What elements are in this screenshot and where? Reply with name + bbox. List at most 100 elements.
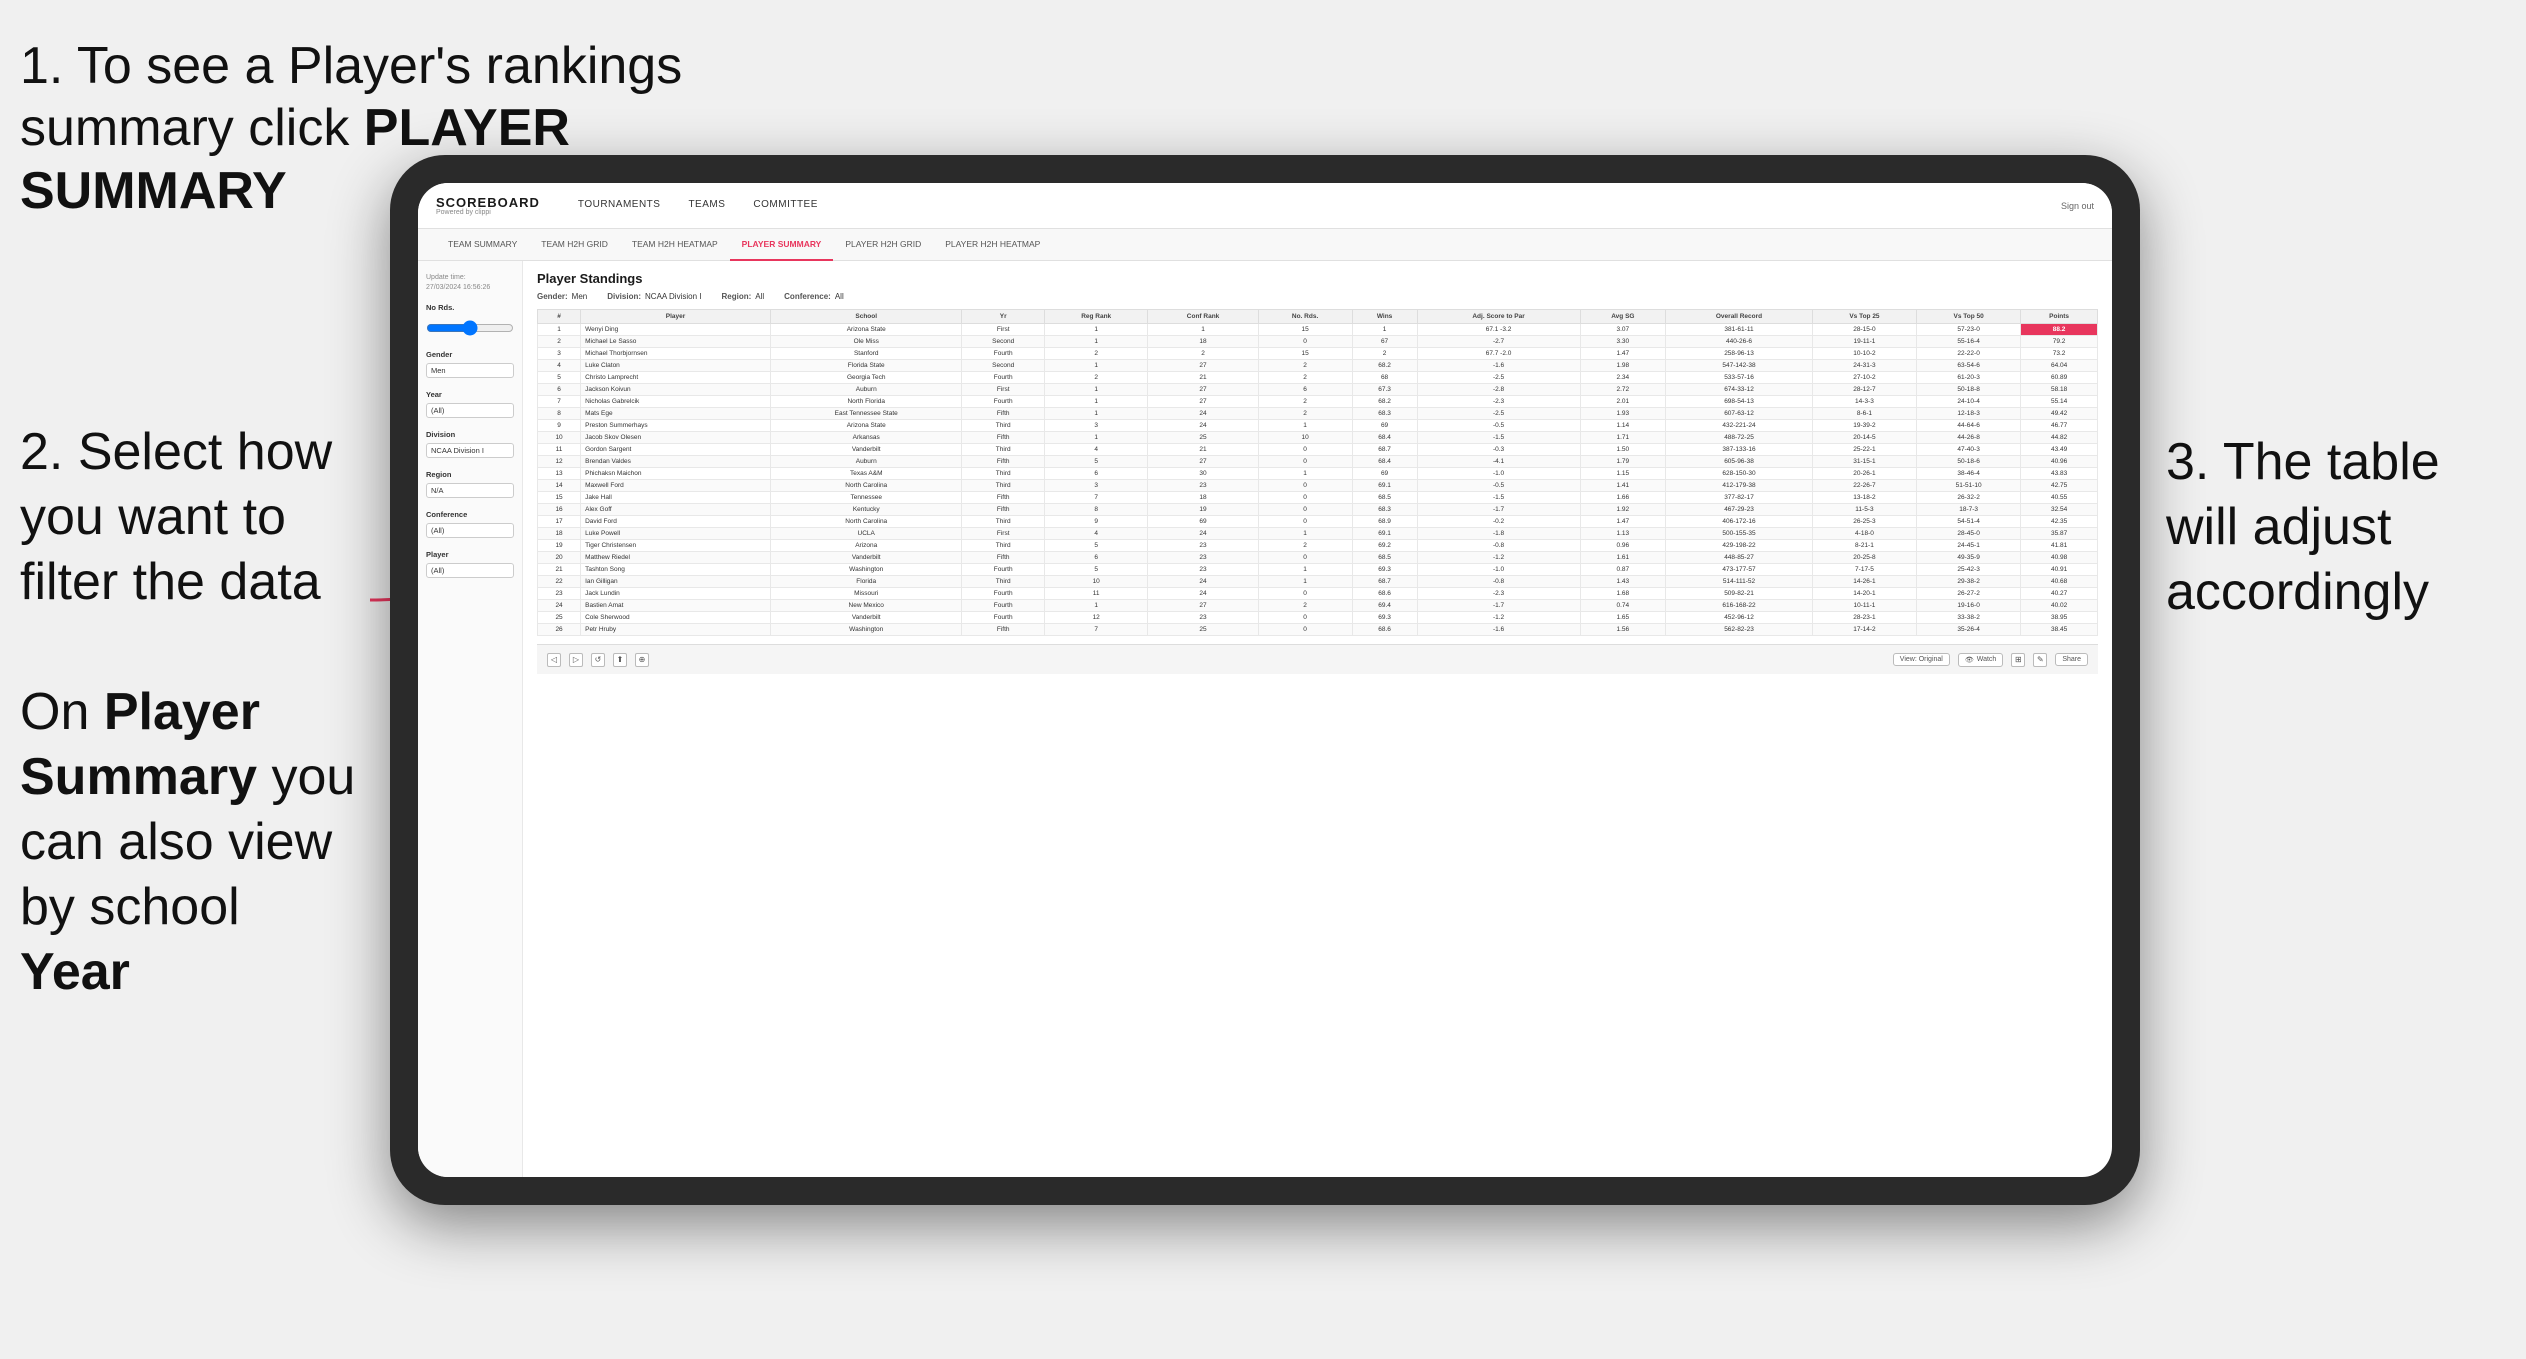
table-row: 23Jack LundinMissouriFourth1124068.6-2.3… [538, 588, 2098, 600]
sidebar-player: Player (All) [426, 550, 514, 578]
table-row: 21Tashton SongWashingtonFourth523169.3-1… [538, 564, 2098, 576]
table-row: 1Wenyi DingArizona StateFirst1115167.1 -… [538, 324, 2098, 336]
table-row: 10Jacob Skov OlesenArkansasFifth1251068.… [538, 432, 2098, 444]
region-select[interactable]: N/A All [426, 483, 514, 498]
conference-select[interactable]: (All) [426, 523, 514, 538]
region-label: Region [426, 470, 514, 479]
view-original-btn[interactable]: View: Original [1893, 653, 1950, 666]
table-row: 12Brendan ValdesAuburnFifth527068.4-4.11… [538, 456, 2098, 468]
toolbar-grid-btn[interactable]: ⊞ [2011, 653, 2025, 667]
table-row: 18Luke PowellUCLAFirst424169.1-1.81.1350… [538, 528, 2098, 540]
year-select[interactable]: (All) First Second Third Fourth Fifth [426, 403, 514, 418]
table-row: 5Christo LamprechtGeorgia TechFourth2212… [538, 372, 2098, 384]
filters-row: Gender: Men Division: NCAA Division I Re… [537, 292, 2098, 301]
sidebar: Update time: 27/03/2024 16:56:26 No Rds.… [418, 261, 523, 1177]
col-player: Player [581, 310, 771, 324]
app-logo: SCOREBOARD [436, 196, 540, 209]
share-btn[interactable]: Share [2055, 653, 2088, 666]
col-conf-rank: Conf Rank [1148, 310, 1258, 324]
table-row: 11Gordon SargentVanderbiltThird421068.7-… [538, 444, 2098, 456]
sidebar-no-rds: No Rds. [426, 303, 514, 338]
col-avg-sg: Avg SG [1580, 310, 1666, 324]
gender-label: Gender [426, 350, 514, 359]
table-area: Player Standings Gender: Men Division: N… [523, 261, 2112, 1177]
bottom-toolbar: ◁ ▷ ↺ ⬆ ⊕ View: Original 👁 Watch ⊞ ✎ [537, 644, 2098, 674]
player-select[interactable]: (All) [426, 563, 514, 578]
player-label: Player [426, 550, 514, 559]
table-row: 7Nicholas GabrelcikNorth FloridaFourth12… [538, 396, 2098, 408]
toolbar-zoom-btn[interactable]: ⊕ [635, 653, 649, 667]
table-row: 4Luke ClatonFlorida StateSecond127268.2-… [538, 360, 2098, 372]
toolbar-back-btn[interactable]: ◁ [547, 653, 561, 667]
main-content: Update time: 27/03/2024 16:56:26 No Rds.… [418, 261, 2112, 1177]
table-row: 14Maxwell FordNorth CarolinaThird323069.… [538, 480, 2098, 492]
division-select[interactable]: NCAA Division I NCAA Division II [426, 443, 514, 458]
sub-nav: TEAM SUMMARY TEAM H2H GRID TEAM H2H HEAT… [418, 229, 2112, 261]
year-label: Year [426, 390, 514, 399]
toolbar-forward-btn[interactable]: ▷ [569, 653, 583, 667]
table-row: 16Alex GoffKentuckyFifth819068.3-1.71.92… [538, 504, 2098, 516]
table-row: 20Matthew RiedelVanderbiltFifth623068.5-… [538, 552, 2098, 564]
table-row: 15Jake HallTennesseeFifth718068.5-1.51.6… [538, 492, 2098, 504]
conference-label: Conference [426, 510, 514, 519]
table-row: 8Mats EgeEast Tennessee StateFifth124268… [538, 408, 2098, 420]
subnav-player-h2h-heatmap[interactable]: PLAYER H2H HEATMAP [933, 229, 1052, 261]
sign-out-link[interactable]: Sign out [2061, 201, 2094, 211]
subnav-team-h2h-heatmap[interactable]: TEAM H2H HEATMAP [620, 229, 730, 261]
nav-tournaments[interactable]: TOURNAMENTS [564, 183, 675, 229]
division-label: Division [426, 430, 514, 439]
col-reg-rank: Reg Rank [1044, 310, 1148, 324]
step4-prefix: On [20, 683, 104, 741]
annotation-step4: On Player Summary you can also view by s… [20, 680, 360, 1005]
toolbar-share-icon[interactable]: ⬆ [613, 653, 627, 667]
col-wins: Wins [1352, 310, 1417, 324]
table-row: 17David FordNorth CarolinaThird969068.9-… [538, 516, 2098, 528]
sidebar-region: Region N/A All [426, 470, 514, 498]
no-rds-slider[interactable] [426, 320, 514, 336]
table-row: 26Petr HrubyWashingtonFifth725068.6-1.61… [538, 624, 2098, 636]
table-row: 13Phichaksn MaichonTexas A&MThird630169-… [538, 468, 2098, 480]
annotation-step3: 3. The table will adjust accordingly [2166, 430, 2506, 625]
gender-select[interactable]: Men Women [426, 363, 514, 378]
no-rds-label: No Rds. [426, 303, 514, 312]
sidebar-division: Division NCAA Division I NCAA Division I… [426, 430, 514, 458]
player-standings-table: # Player School Yr Reg Rank Conf Rank No… [537, 309, 2098, 636]
table-title: Player Standings [537, 271, 2098, 286]
col-vs-top50: Vs Top 50 [1917, 310, 2021, 324]
app-logo-sub: Powered by clippi [436, 209, 540, 216]
toolbar-refresh-btn[interactable]: ↺ [591, 653, 605, 667]
filter-region: Region: All [721, 292, 764, 301]
col-adj-score: Adj. Score to Par [1417, 310, 1580, 324]
subnav-team-summary[interactable]: TEAM SUMMARY [436, 229, 529, 261]
sidebar-year: Year (All) First Second Third Fourth Fif… [426, 390, 514, 418]
table-row: 9Preston SummerhaysArizona StateThird324… [538, 420, 2098, 432]
table-row: 24Bastien AmatNew MexicoFourth127269.4-1… [538, 600, 2098, 612]
nav-committee[interactable]: COMMITTEE [739, 183, 832, 229]
subnav-player-summary[interactable]: PLAYER SUMMARY [730, 229, 834, 261]
toolbar-edit-btn[interactable]: ✎ [2033, 653, 2047, 667]
step4-bold2: Year [20, 943, 130, 1001]
logo-area: SCOREBOARD Powered by clippi [436, 196, 540, 216]
sidebar-conference: Conference (All) [426, 510, 514, 538]
table-row: 2Michael Le SassoOle MissSecond118067-2.… [538, 336, 2098, 348]
app-header: SCOREBOARD Powered by clippi TOURNAMENTS… [418, 183, 2112, 229]
subnav-team-h2h-grid[interactable]: TEAM H2H GRID [529, 229, 620, 261]
sidebar-gender: Gender Men Women [426, 350, 514, 378]
nav-teams[interactable]: TEAMS [674, 183, 739, 229]
annotation-step2: 2. Select how you want to filter the dat… [20, 420, 360, 615]
watch-label: 👁 [1965, 656, 1974, 664]
header-right: Sign out [2061, 201, 2094, 211]
col-overall-record: Overall Record [1666, 310, 1813, 324]
table-row: 6Jackson KoivunAuburnFirst127667.3-2.82.… [538, 384, 2098, 396]
filter-conference: Conference: All [784, 292, 844, 301]
watch-btn[interactable]: 👁 Watch [1958, 653, 2003, 667]
table-row: 19Tiger ChristensenArizonaThird523269.2-… [538, 540, 2098, 552]
col-school: School [770, 310, 962, 324]
col-vs-top25: Vs Top 25 [1812, 310, 1916, 324]
table-row: 22Ian GilliganFloridaThird1024168.7-0.81… [538, 576, 2098, 588]
subnav-player-h2h-grid[interactable]: PLAYER H2H GRID [833, 229, 933, 261]
col-points: Points [2021, 310, 2098, 324]
col-no-rds: No. Rds. [1258, 310, 1352, 324]
table-row: 3Michael ThorbjornsenStanfordFourth22152… [538, 348, 2098, 360]
tablet-device: SCOREBOARD Powered by clippi TOURNAMENTS… [390, 155, 2140, 1205]
